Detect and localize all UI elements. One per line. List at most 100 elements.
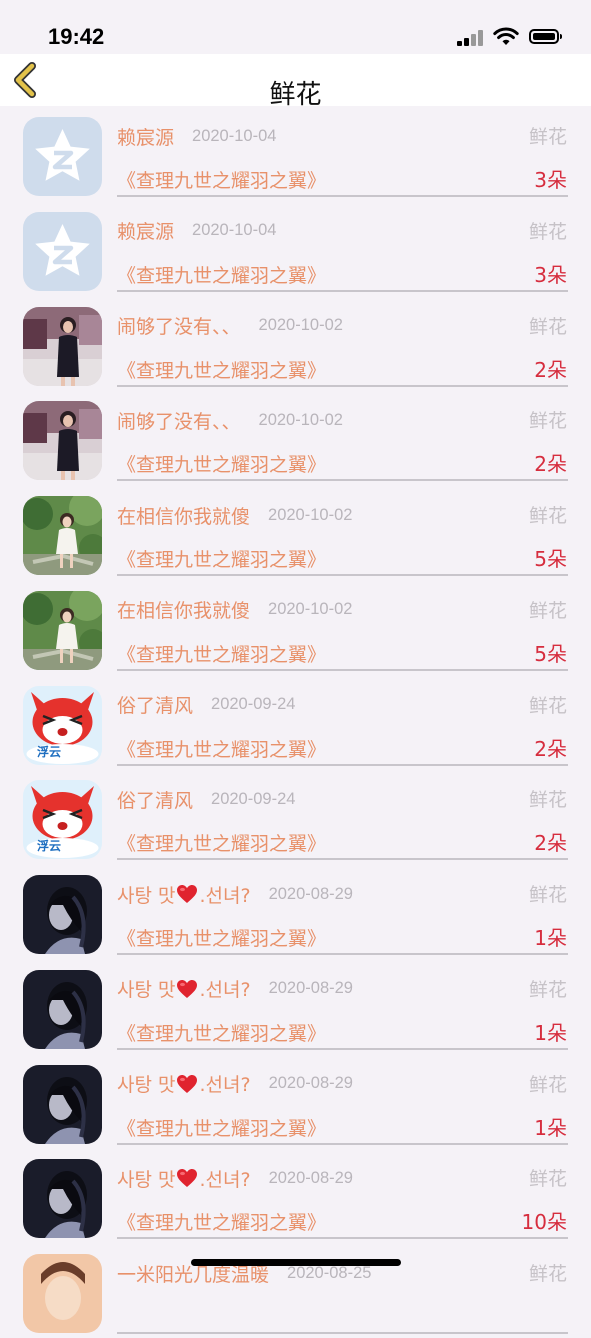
book-title: 《查理九世之耀羽之翼》 [117, 643, 327, 666]
gift-date: 2020-10-02 [268, 600, 353, 619]
user-name: 赖宸源 [117, 221, 175, 244]
avatar[interactable] [23, 590, 102, 670]
gift-type-label: 鲜花 [528, 694, 567, 717]
user-name: 사탕 맛 [117, 884, 176, 907]
user-name: 俗了清风 [117, 789, 194, 812]
avatar[interactable] [23, 306, 102, 386]
svg-text:浮云: 浮云 [37, 744, 61, 759]
list-item[interactable]: 사탕 맛 .선녀? 2020-08-29 鲜花 《查理九世之耀羽之翼》 10朵 [0, 1148, 591, 1243]
book-title: 《查理九世之耀羽之翼》 [117, 1117, 327, 1140]
avatar[interactable] [23, 969, 102, 1049]
gift-type-label: 鲜花 [528, 1168, 567, 1191]
gift-record-list: 赖宸源 2020-10-04 鲜花 《查理九世之耀羽之翼》 3朵 赖宸源 2020-… [0, 106, 591, 1338]
row-divider [117, 1237, 568, 1240]
gift-type-label: 鲜花 [528, 505, 567, 527]
flower-count: 2朵 [534, 831, 567, 856]
sender-line: 闹够了没有、、 2020-10-02 [117, 312, 343, 340]
list-item[interactable]: 赖宸源 2020-10-04 鲜花 《查理九世之耀羽之翼》 3朵 [0, 201, 591, 296]
flower-count: 2朵 [534, 736, 567, 761]
row-divider [117, 953, 568, 955]
gift-type-label: 鲜花 [528, 884, 567, 906]
gift-type-label: 鲜花 [528, 599, 567, 622]
user-name: 赖宸源 [117, 126, 175, 149]
book-title: 《查理九世之耀羽之翼》 [117, 549, 327, 571]
status-time: 19:42 [48, 24, 105, 49]
row-divider [117, 1142, 568, 1145]
flower-count: 10朵 [521, 1210, 567, 1235]
gift-date: 2020-09-24 [211, 789, 296, 808]
list-item[interactable]: 闹够了没有、、 2020-10-02 鲜花 《查理九世之耀羽之翼》 2朵 [0, 296, 591, 391]
row-divider [117, 289, 568, 292]
gift-date: 2020-10-02 [258, 410, 343, 429]
list-item[interactable]: 사탕 맛 .선녀? 2020-08-29 鲜花 《查理九世之耀羽之翼》 1朵 [0, 864, 591, 959]
avatar[interactable] [23, 1254, 102, 1333]
sender-line: 사탕 맛 .선녀? 2020-08-29 [117, 880, 353, 908]
flower-count: 2朵 [534, 357, 567, 382]
book-title: 《查理九世之耀羽之翼》 [117, 1022, 327, 1045]
gift-date: 2020-10-02 [258, 316, 343, 334]
status-bar: 19:42 [0, 0, 591, 54]
flower-count: 3朵 [534, 262, 567, 287]
list-item[interactable]: 사탕 맛 .선녀? 2020-08-29 鲜花 《查理九世之耀羽之翼》 1朵 [0, 959, 591, 1054]
user-name: 在相信你我就傻 [117, 600, 251, 623]
heart-icon [176, 1168, 198, 1188]
gift-date: 2020-08-29 [268, 884, 353, 903]
gift-date: 2020-08-29 [268, 1074, 353, 1092]
flower-count: 1朵 [534, 1115, 567, 1140]
user-name-suffix: .선녀? [199, 884, 251, 907]
list-item[interactable]: 浮云 俗了清风 2020-09-24 鲜花 《查理九世之耀羽之翼》 2朵 [0, 769, 591, 864]
book-title: 《查理九世之耀羽之翼》 [117, 928, 327, 950]
flower-count: 3朵 [534, 168, 567, 192]
home-indicator[interactable] [191, 1259, 401, 1266]
avatar[interactable] [23, 1159, 102, 1239]
flower-count: 1朵 [534, 926, 567, 950]
gift-type-label: 鲜花 [528, 1073, 567, 1096]
cellular-signal-icon [457, 30, 483, 46]
sender-line: 俗了清风 2020-09-24 [117, 785, 295, 813]
status-icons [455, 26, 565, 48]
row-divider [117, 479, 568, 482]
avatar[interactable] [23, 1064, 102, 1144]
avatar[interactable] [23, 211, 102, 291]
sender-line: 사탕 맛 .선녀? 2020-08-29 [117, 1070, 353, 1098]
list-item[interactable]: 闹够了没有、、 2020-10-02 鲜花 《查理九世之耀羽之翼》 2朵 [0, 390, 591, 485]
navigation-bar: 鲜花 [0, 54, 591, 110]
heart-icon [176, 884, 198, 904]
user-name: 사탕 맛 [117, 979, 176, 1002]
flower-count: 1朵 [534, 1020, 567, 1045]
book-title: 《查理九世之耀羽之翼》 [117, 359, 327, 382]
sender-line: 사탕 맛 .선녀? 2020-08-29 [117, 975, 353, 1003]
row-divider [117, 858, 568, 861]
list-item[interactable]: 一米阳光几度温暖 2020-08-25 鲜花 [0, 1243, 591, 1338]
avatar[interactable]: 浮云 [23, 685, 102, 765]
user-name-suffix: .선녀? [199, 1074, 251, 1096]
gift-date: 2020-08-29 [268, 1168, 353, 1187]
avatar[interactable] [23, 875, 102, 954]
book-title: 《查理九世之耀羽之翼》 [117, 454, 327, 477]
avatar[interactable] [23, 401, 102, 481]
gift-date: 2020-08-29 [268, 979, 353, 998]
row-divider [117, 1047, 568, 1050]
row-divider [117, 195, 568, 197]
gift-date: 2020-09-24 [211, 695, 296, 713]
avatar[interactable] [23, 117, 102, 196]
user-name: 俗了清风 [117, 695, 194, 717]
book-title: 《查理九世之耀羽之翼》 [117, 833, 327, 856]
gift-date: 2020-10-02 [268, 505, 353, 524]
gift-type-label: 鲜花 [528, 126, 567, 148]
book-title: 《查理九世之耀羽之翼》 [117, 264, 327, 287]
row-divider [117, 574, 568, 576]
gift-date: 2020-10-04 [192, 126, 277, 145]
list-item[interactable]: 浮云 俗了清风 2020-09-24 鲜花 《查理九世之耀羽之翼》 2朵 [0, 675, 591, 770]
user-name: 在相信你我就傻 [117, 505, 251, 528]
user-name-suffix: .선녀? [199, 1168, 251, 1191]
list-item[interactable]: 在相信你我就傻 2020-10-02 鲜花 《查理九世之耀羽之翼》 5朵 [0, 485, 591, 580]
list-item[interactable]: 사탕 맛 .선녀? 2020-08-29 鲜花 《查理九世之耀羽之翼》 1朵 [0, 1054, 591, 1149]
list-item[interactable]: 在相信你我就傻 2020-10-02 鲜花 《查理九世之耀羽之翼》 5朵 [0, 580, 591, 675]
heart-icon [176, 979, 198, 999]
avatar[interactable] [23, 496, 102, 575]
sender-line: 俗了清风 2020-09-24 [117, 691, 295, 719]
avatar[interactable]: 浮云 [23, 780, 102, 860]
list-item[interactable]: 赖宸源 2020-10-04 鲜花 《查理九世之耀羽之翼》 3朵 [0, 106, 591, 201]
user-name: 闹够了没有、、 [117, 316, 241, 338]
